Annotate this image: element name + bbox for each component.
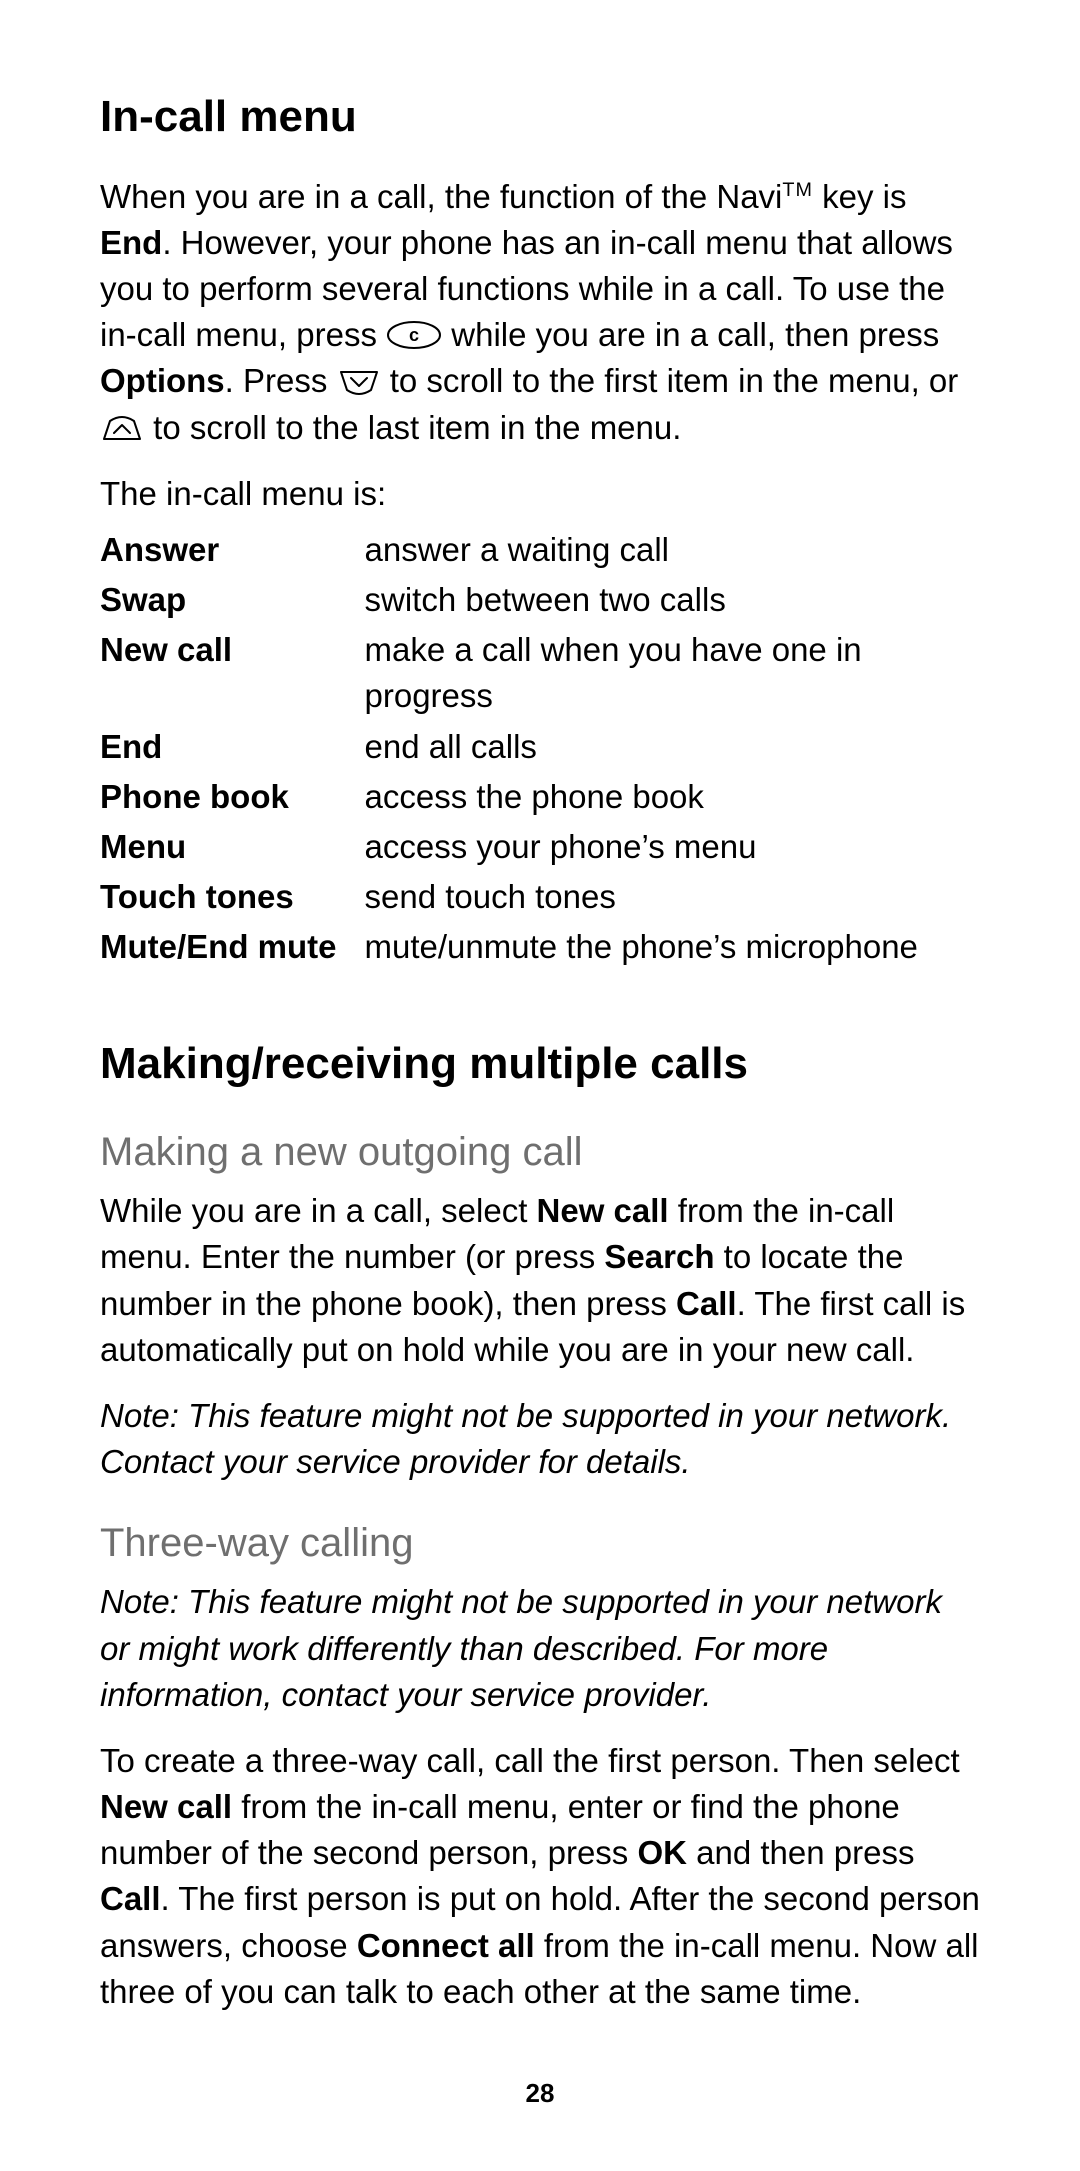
text: While you are in a call, select bbox=[100, 1192, 537, 1229]
menu-desc: switch between two calls bbox=[365, 575, 981, 625]
table-row: Touch tones send touch tones bbox=[100, 872, 980, 922]
bold-new-call: New call bbox=[100, 1788, 232, 1825]
bold-call: Call bbox=[676, 1285, 737, 1322]
page-number: 28 bbox=[100, 2075, 980, 2111]
subheading-new-outgoing: Making a new outgoing call bbox=[100, 1124, 980, 1180]
bold-connect-all: Connect all bbox=[357, 1927, 535, 1964]
trademark-symbol: TM bbox=[782, 179, 813, 201]
three-way-paragraph: To create a three-way call, call the fir… bbox=[100, 1738, 980, 2015]
menu-label: Touch tones bbox=[100, 872, 365, 922]
bold-ok: OK bbox=[637, 1834, 687, 1871]
text: and then press bbox=[687, 1834, 915, 1871]
note-2: Note: This feature might not be supporte… bbox=[100, 1579, 980, 1718]
note-1: Note: This feature might not be supporte… bbox=[100, 1393, 980, 1485]
menu-label: Phone book bbox=[100, 772, 365, 822]
table-row: New call make a call when you have one i… bbox=[100, 625, 980, 721]
table-row: Mute/End mute mute/unmute the phone’s mi… bbox=[100, 922, 980, 972]
c-key-icon: c bbox=[386, 320, 442, 350]
menu-label: New call bbox=[100, 625, 365, 721]
table-row: End end all calls bbox=[100, 722, 980, 772]
menu-desc: access the phone book bbox=[365, 772, 981, 822]
subheading-three-way: Three-way calling bbox=[100, 1515, 980, 1571]
table-row: Answer answer a waiting call bbox=[100, 525, 980, 575]
intro-paragraph: When you are in a call, the function of … bbox=[100, 174, 980, 451]
menu-desc: answer a waiting call bbox=[365, 525, 981, 575]
scroll-up-icon bbox=[100, 415, 144, 443]
table-row: Phone book access the phone book bbox=[100, 772, 980, 822]
menu-desc: make a call when you have one in progres… bbox=[365, 625, 981, 721]
menu-label: Answer bbox=[100, 525, 365, 575]
menu-label: Menu bbox=[100, 822, 365, 872]
text: to scroll to the first item in the menu,… bbox=[390, 362, 959, 399]
bold-call: Call bbox=[100, 1880, 161, 1917]
menu-desc: end all calls bbox=[365, 722, 981, 772]
svg-text:c: c bbox=[409, 325, 419, 345]
bold-search: Search bbox=[604, 1238, 714, 1275]
outgoing-paragraph: While you are in a call, select New call… bbox=[100, 1188, 980, 1373]
text: while you are in a call, then press bbox=[451, 316, 939, 353]
text: key is bbox=[813, 178, 907, 215]
menu-lead-text: The in-call menu is: bbox=[100, 471, 980, 517]
text: When you are in a call, the function of … bbox=[100, 178, 782, 215]
table-row: Menu access your phone’s menu bbox=[100, 822, 980, 872]
menu-desc: mute/unmute the phone’s microphone bbox=[365, 922, 981, 972]
table-row: Swap switch between two calls bbox=[100, 575, 980, 625]
menu-label: Swap bbox=[100, 575, 365, 625]
document-page: In-call menu When you are in a call, the… bbox=[0, 0, 1080, 2171]
heading-in-call-menu: In-call menu bbox=[100, 86, 980, 148]
menu-desc: send touch tones bbox=[365, 872, 981, 922]
text: to scroll to the last item in the menu. bbox=[153, 409, 681, 446]
menu-label: Mute/End mute bbox=[100, 922, 365, 972]
text: To create a three-way call, call the fir… bbox=[100, 1742, 960, 1779]
text: . Press bbox=[225, 362, 337, 399]
scroll-down-icon bbox=[337, 368, 381, 396]
bold-options: Options bbox=[100, 362, 225, 399]
menu-label: End bbox=[100, 722, 365, 772]
heading-multiple-calls: Making/receiving multiple calls bbox=[100, 1033, 980, 1095]
bold-new-call: New call bbox=[537, 1192, 669, 1229]
in-call-menu-table: Answer answer a waiting call Swap switch… bbox=[100, 525, 980, 973]
bold-end: End bbox=[100, 224, 162, 261]
menu-desc: access your phone’s menu bbox=[365, 822, 981, 872]
